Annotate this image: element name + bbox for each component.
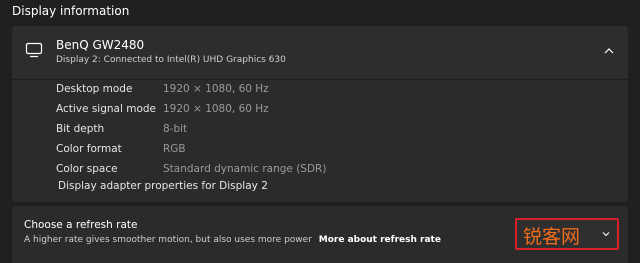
detail-row-bit-depth: Bit depth 8-bit — [56, 123, 616, 141]
chevron-up-icon[interactable] — [602, 45, 616, 57]
display-info-card: BenQ GW2480 Display 2: Connected to Inte… — [12, 26, 628, 202]
display-adapter-properties-link[interactable]: Display adapter properties for Display 2 — [58, 180, 268, 192]
refresh-rate-title: Choose a refresh rate — [24, 219, 138, 231]
detail-label: Bit depth — [56, 123, 105, 135]
detail-row-color-space: Color space Standard dynamic range (SDR) — [56, 163, 616, 181]
refresh-rate-dropdown[interactable]: 锐客网 — [515, 218, 619, 250]
detail-label: Color format — [56, 143, 122, 155]
monitor-description: Display 2: Connected to Intel(R) UHD Gra… — [56, 55, 286, 65]
detail-value: 1920 × 1080, 60 Hz — [163, 103, 269, 115]
section-title: Display information — [12, 4, 130, 18]
refresh-rate-help-link[interactable]: More about refresh rate — [319, 235, 441, 245]
detail-value: 8-bit — [163, 123, 188, 135]
detail-row-active-signal-mode: Active signal mode 1920 × 1080, 60 Hz — [56, 103, 616, 121]
refresh-rate-card: Choose a refresh rate A higher rate give… — [12, 206, 628, 263]
detail-label: Active signal mode — [56, 103, 156, 115]
refresh-rate-description: A higher rate gives smoother motion, but… — [24, 235, 441, 245]
chevron-down-icon — [602, 232, 610, 237]
watermark: 锐客网 — [523, 226, 581, 248]
detail-row-color-format: Color format RGB — [56, 143, 616, 161]
detail-row-desktop-mode: Desktop mode 1920 × 1080, 60 Hz — [56, 83, 616, 101]
detail-label: Desktop mode — [56, 83, 133, 95]
detail-value: 1920 × 1080, 60 Hz — [163, 83, 269, 95]
detail-value: RGB — [163, 143, 186, 155]
monitor-name: BenQ GW2480 — [56, 38, 145, 52]
detail-value: Standard dynamic range (SDR) — [163, 163, 327, 175]
detail-label: Color space — [56, 163, 118, 175]
monitor-icon — [25, 42, 43, 58]
monitor-header[interactable]: BenQ GW2480 Display 2: Connected to Inte… — [12, 26, 628, 80]
refresh-rate-description-text: A higher rate gives smoother motion, but… — [24, 235, 312, 245]
